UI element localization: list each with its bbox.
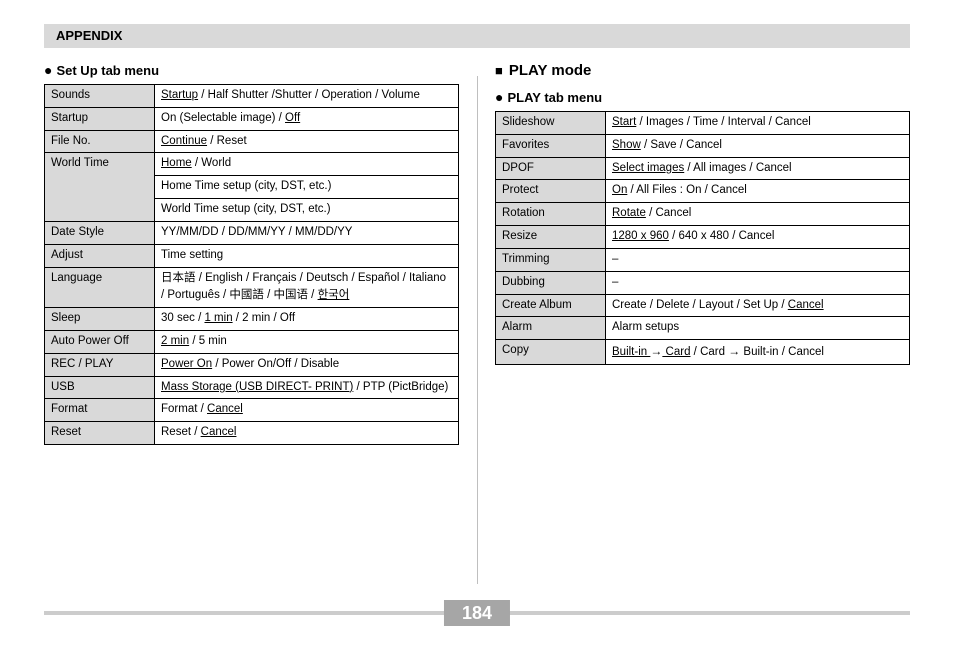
table-row: FormatFormat / Cancel (45, 399, 459, 422)
row-value: Format / Cancel (155, 399, 459, 422)
row-label: DPOF (496, 157, 606, 180)
row-value: Home Time setup (city, DST, etc.) (155, 176, 459, 199)
table-row: ResetReset / Cancel (45, 422, 459, 445)
table-row: Create AlbumCreate / Delete / Layout / S… (496, 294, 910, 317)
row-value: 30 sec / 1 min / 2 min / Off (155, 308, 459, 331)
table-row: CopyBuilt-in → Card / Card → Built-in / … (496, 340, 910, 365)
row-label: Adjust (45, 244, 155, 267)
row-value: Reset / Cancel (155, 422, 459, 445)
left-column: ●Set Up tab menu SoundsStartup / Half Sh… (44, 62, 459, 445)
table-row: AlarmAlarm setups (496, 317, 910, 340)
table-row: Language日本語 / English / Français / Deuts… (45, 267, 459, 308)
page-footer: 184 (44, 600, 910, 626)
row-label: Create Album (496, 294, 606, 317)
table-row: World TimeHome / World (45, 153, 459, 176)
row-label: Date Style (45, 221, 155, 244)
table-row: StartupOn (Selectable image) / Off (45, 107, 459, 130)
table-row: SlideshowStart / Images / Time / Interva… (496, 112, 910, 135)
row-value: Time setting (155, 244, 459, 267)
setup-heading-text: Set Up tab menu (56, 63, 159, 78)
table-row: Trimming– (496, 248, 910, 271)
row-value: 1280 x 960 / 640 x 480 / Cancel (606, 226, 910, 249)
row-label: Alarm (496, 317, 606, 340)
row-value: – (606, 271, 910, 294)
table-row: Resize1280 x 960 / 640 x 480 / Cancel (496, 226, 910, 249)
row-value: World Time setup (city, DST, etc.) (155, 199, 459, 222)
row-value: Create / Delete / Layout / Set Up / Canc… (606, 294, 910, 317)
row-label: Sounds (45, 85, 155, 108)
row-value: Startup / Half Shutter /Shutter / Operat… (155, 85, 459, 108)
row-value: Select images / All images / Cancel (606, 157, 910, 180)
row-label: Reset (45, 422, 155, 445)
row-label: Slideshow (496, 112, 606, 135)
row-label: Auto Power Off (45, 330, 155, 353)
table-row: RotationRotate / Cancel (496, 203, 910, 226)
play-mode-heading: ■PLAY mode (495, 62, 910, 79)
row-label: Favorites (496, 134, 606, 157)
row-value: Rotate / Cancel (606, 203, 910, 226)
setup-heading: ●Set Up tab menu (44, 62, 459, 78)
table-row: USBMass Storage (USB DIRECT- PRINT) / PT… (45, 376, 459, 399)
row-value: Alarm setups (606, 317, 910, 340)
row-value: Mass Storage (USB DIRECT- PRINT) / PTP (… (155, 376, 459, 399)
play-table: SlideshowStart / Images / Time / Interva… (495, 111, 910, 365)
table-row: ProtectOn / All Files : On / Cancel (496, 180, 910, 203)
row-label: Protect (496, 180, 606, 203)
row-label: Dubbing (496, 271, 606, 294)
row-value: On / All Files : On / Cancel (606, 180, 910, 203)
appendix-header: APPENDIX (44, 24, 910, 48)
table-row: AdjustTime setting (45, 244, 459, 267)
right-column: ■PLAY mode ●PLAY tab menu SlideshowStart… (495, 62, 910, 445)
row-value: 日本語 / English / Français / Deutsch / Esp… (155, 267, 459, 308)
play-tab-heading: ●PLAY tab menu (495, 89, 910, 105)
setup-table: SoundsStartup / Half Shutter /Shutter / … (44, 84, 459, 445)
row-label: Trimming (496, 248, 606, 271)
row-value: Continue / Reset (155, 130, 459, 153)
play-tab-text: PLAY tab menu (507, 90, 602, 105)
row-value: YY/MM/DD / DD/MM/YY / MM/DD/YY (155, 221, 459, 244)
row-value: Home / World (155, 153, 459, 176)
table-row: Date StyleYY/MM/DD / DD/MM/YY / MM/DD/YY (45, 221, 459, 244)
table-row: File No.Continue / Reset (45, 130, 459, 153)
table-row: FavoritesShow / Save / Cancel (496, 134, 910, 157)
row-label: Copy (496, 340, 606, 365)
table-row: SoundsStartup / Half Shutter /Shutter / … (45, 85, 459, 108)
table-row: REC / PLAYPower On / Power On/Off / Disa… (45, 353, 459, 376)
row-label: Startup (45, 107, 155, 130)
row-value: Power On / Power On/Off / Disable (155, 353, 459, 376)
row-value: On (Selectable image) / Off (155, 107, 459, 130)
row-value: Built-in → Card / Card → Built-in / Canc… (606, 340, 910, 365)
play-mode-text: PLAY mode (509, 62, 592, 79)
row-value: Start / Images / Time / Interval / Cance… (606, 112, 910, 135)
row-value: 2 min / 5 min (155, 330, 459, 353)
row-label: Resize (496, 226, 606, 249)
row-label: REC / PLAY (45, 353, 155, 376)
table-row: DPOFSelect images / All images / Cancel (496, 157, 910, 180)
row-label: Format (45, 399, 155, 422)
row-label: File No. (45, 130, 155, 153)
column-divider (477, 76, 478, 584)
row-label: World Time (45, 153, 155, 221)
table-row: Dubbing– (496, 271, 910, 294)
row-value: Show / Save / Cancel (606, 134, 910, 157)
row-value: – (606, 248, 910, 271)
table-row: Auto Power Off2 min / 5 min (45, 330, 459, 353)
row-label: Sleep (45, 308, 155, 331)
row-label: Language (45, 267, 155, 308)
table-row: Sleep30 sec / 1 min / 2 min / Off (45, 308, 459, 331)
row-label: USB (45, 376, 155, 399)
page-number: 184 (444, 600, 510, 626)
row-label: Rotation (496, 203, 606, 226)
